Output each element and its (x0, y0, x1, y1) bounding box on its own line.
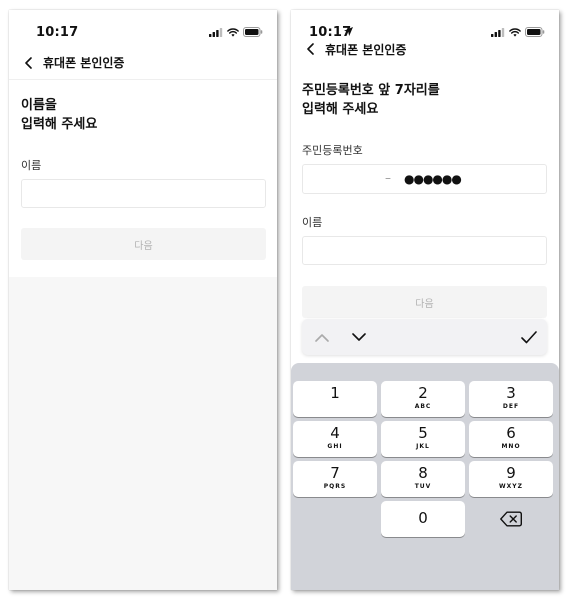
left-phone-screen: 10:17 휴대폰 본인인증 이름을 입력해 주세요 이름 다음 (9, 10, 277, 590)
rrn-field-label: 주민등록번호 (302, 144, 363, 157)
heading-line-1: 주민등록번호 앞 7자리를 (302, 83, 440, 98)
key-letters: ABC (414, 403, 432, 410)
name-input[interactable] (302, 236, 547, 265)
key-letters: GHI (327, 443, 343, 450)
wifi-icon (227, 27, 239, 37)
key-digit: 3 (506, 384, 516, 402)
nav-bar: 휴대폰 본인인증 (291, 32, 559, 66)
nav-title: 휴대폰 본인인증 (325, 42, 407, 57)
key-digit: 2 (418, 384, 428, 402)
backspace-icon (500, 511, 522, 527)
key-letters: DEF (502, 403, 520, 410)
next-button[interactable]: 다음 (21, 228, 266, 260)
key-8[interactable]: 8 TUV (381, 461, 465, 497)
key-digit: 1 (330, 384, 340, 402)
key-4[interactable]: 4 GHI (293, 421, 377, 457)
key-0[interactable]: 0 (381, 501, 465, 537)
checkmark-icon (521, 330, 537, 343)
key-digit: 6 (506, 424, 516, 442)
right-phone-screen: 10:17 휴대폰 본인인증 주민등록번호 앞 7자리를 입력해 주세요 주민등… (291, 10, 559, 590)
back-button[interactable] (301, 39, 321, 59)
key-2[interactable]: 2 ABC (381, 381, 465, 417)
key-3[interactable]: 3 DEF (469, 381, 553, 417)
key-9[interactable]: 9 WXYZ (469, 461, 553, 497)
rrn-separator: – (385, 171, 391, 185)
key-5[interactable]: 5 JKL (381, 421, 465, 457)
battery-icon (243, 27, 263, 37)
rrn-masked-digits: ●●●●●● (404, 172, 462, 186)
name-field-label: 이름 (302, 216, 323, 229)
key-letters: MNO (501, 443, 521, 450)
name-field-label: 이름 (21, 159, 42, 172)
key-7[interactable]: 7 PQRS (293, 461, 377, 497)
empty-background-area (9, 277, 277, 590)
name-input[interactable] (21, 179, 266, 208)
page-heading: 이름을 입력해 주세요 (21, 96, 97, 134)
delete-key[interactable] (469, 501, 553, 537)
previous-field-button[interactable] (312, 327, 332, 347)
key-letters: JKL (416, 443, 430, 450)
numeric-keypad: 1 2 ABC 3 DEF 4 GHI 5 JKL 6 MNO 7 PQRS 8 (291, 363, 559, 590)
cellular-signal-icon (209, 27, 223, 37)
next-field-button[interactable] (349, 327, 369, 347)
key-letters: TUV (414, 483, 432, 490)
rrn-input[interactable]: – ●●●●●● (302, 164, 547, 194)
nav-title: 휴대폰 본인인증 (43, 56, 125, 70)
key-1[interactable]: 1 (293, 381, 377, 417)
key-digit: 4 (330, 424, 340, 442)
done-button[interactable] (519, 327, 539, 347)
heading-line-1: 이름을 (21, 98, 57, 113)
key-digit: 0 (418, 509, 428, 527)
key-letters: WXYZ (499, 483, 523, 490)
status-time: 10:17 (36, 25, 79, 40)
key-letters: PQRS (323, 483, 347, 490)
key-6[interactable]: 6 MNO (469, 421, 553, 457)
status-icons (209, 27, 263, 37)
nav-bar: 휴대폰 본인인증 (9, 46, 277, 80)
key-digit: 5 (418, 424, 428, 442)
chevron-up-icon (315, 333, 329, 342)
chevron-left-icon (25, 56, 32, 69)
chevron-down-icon (352, 332, 366, 341)
keyboard-toolbar (302, 319, 547, 355)
key-digit: 9 (506, 464, 516, 482)
back-button[interactable] (19, 53, 39, 73)
chevron-left-icon (307, 43, 314, 55)
key-digit: 8 (418, 464, 428, 482)
next-button[interactable]: 다음 (302, 286, 547, 318)
page-heading: 주민등록번호 앞 7자리를 입력해 주세요 (302, 81, 440, 119)
key-digit: 7 (330, 464, 340, 482)
heading-line-2: 입력해 주세요 (21, 117, 98, 132)
heading-line-2: 입력해 주세요 (302, 102, 379, 117)
